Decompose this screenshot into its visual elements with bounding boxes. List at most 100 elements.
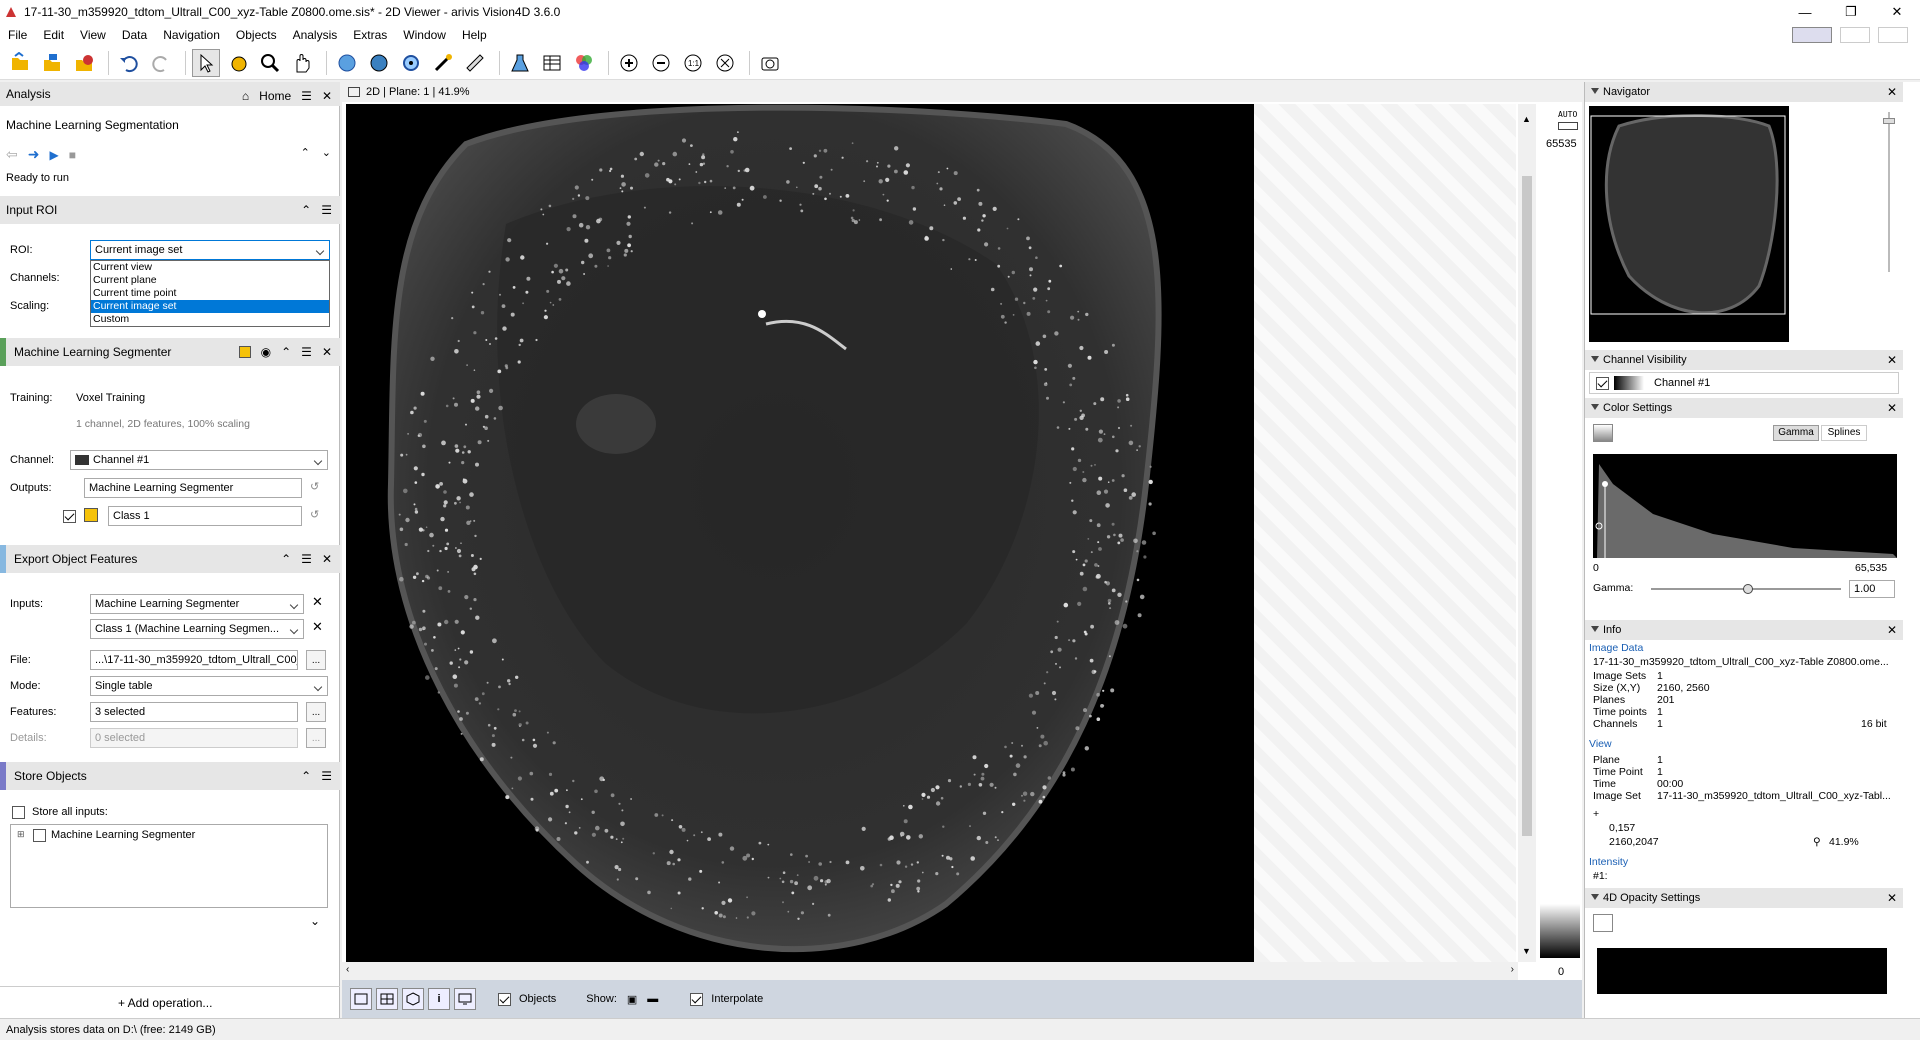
gamma-tab[interactable]: Gamma	[1773, 425, 1819, 441]
menu-data[interactable]: Data	[114, 28, 155, 42]
close-icon[interactable]: ✕	[322, 552, 332, 566]
close-icon[interactable]: ✕	[1887, 401, 1897, 415]
home-icon[interactable]: ⌂	[242, 89, 249, 103]
zoom-icon[interactable]	[256, 49, 284, 77]
input-roi-header[interactable]: Input ROI ⌃ ☰	[0, 196, 340, 224]
open-icon[interactable]	[6, 49, 34, 77]
channel-row[interactable]: Channel #1	[1589, 372, 1899, 394]
pan-icon[interactable]	[288, 49, 316, 77]
opacity-header[interactable]: 4D Opacity Settings ✕	[1585, 888, 1903, 908]
view-3d-icon[interactable]	[402, 988, 424, 1010]
pointer-icon[interactable]	[192, 48, 220, 77]
step-arrow-icon[interactable]: ➜	[28, 146, 40, 163]
menu-icon[interactable]: ☰	[301, 552, 312, 566]
stop-icon[interactable]: ■	[69, 148, 76, 162]
show-objects-icon[interactable]: ▣	[627, 993, 637, 1006]
redo-icon[interactable]	[147, 49, 175, 77]
menu-edit[interactable]: Edit	[35, 28, 72, 42]
undo-icon[interactable]	[115, 49, 143, 77]
features-input[interactable]: 3 selected	[90, 702, 298, 722]
lut-preset-icon[interactable]	[1593, 424, 1613, 442]
roi-option-custom[interactable]: Custom	[91, 313, 329, 326]
layout-icon[interactable]	[1792, 27, 1832, 43]
zoom-in-icon[interactable]	[615, 49, 643, 77]
channel-visibility-header[interactable]: Channel Visibility ✕	[1585, 350, 1903, 370]
ruler-icon[interactable]	[461, 49, 489, 77]
interpolate-checkbox[interactable]	[690, 992, 704, 1006]
vertical-scrollbar[interactable]: ▲ ▼	[1518, 104, 1536, 962]
browse-file-button[interactable]: ...	[306, 650, 326, 670]
chevron-up-icon[interactable]: ⌃	[301, 146, 310, 159]
back-arrow-icon[interactable]: ⇦	[6, 146, 18, 163]
objects-checkbox[interactable]	[498, 992, 511, 1006]
ml-segmenter-header[interactable]: Machine Learning Segmenter ◉ ⌃ ☰ ✕	[0, 338, 340, 366]
menu-file[interactable]: File	[0, 28, 35, 42]
view-label[interactable]: View	[1589, 738, 1612, 750]
collapse-icon[interactable]: ⌃	[301, 203, 311, 217]
close-icon[interactable]: ✕	[1887, 891, 1897, 905]
store-objects-header[interactable]: Store Objects ⌃ ☰	[0, 762, 340, 790]
gamma-slider[interactable]	[1651, 584, 1841, 594]
menu-icon[interactable]: ☰	[301, 345, 312, 359]
color-swatch-icon[interactable]	[238, 346, 251, 358]
close-icon[interactable]: ✕	[1887, 85, 1897, 99]
class-input[interactable]: Class 1	[108, 506, 302, 526]
collapse-icon[interactable]: ⌃	[281, 552, 291, 566]
expand-icon[interactable]: ⊞	[17, 829, 25, 840]
color-wheel-icon[interactable]	[570, 49, 598, 77]
menu-objects[interactable]: Objects	[228, 28, 285, 42]
table-icon[interactable]	[538, 49, 566, 77]
outputs-input[interactable]: Machine Learning Segmenter	[84, 478, 302, 498]
input2-select[interactable]: Class 1 (Machine Learning Segmen...	[90, 619, 304, 639]
target-icon[interactable]	[397, 49, 425, 77]
image-data-label[interactable]: Image Data	[1589, 642, 1643, 654]
navigator-thumbnail[interactable]	[1589, 106, 1789, 342]
sphere-icon[interactable]	[365, 49, 393, 77]
browse-features-button[interactable]: ...	[306, 702, 326, 722]
scroll-thumb[interactable]	[1522, 176, 1532, 836]
layout2-icon[interactable]	[1840, 27, 1870, 43]
opacity-preset-icon[interactable]	[1593, 914, 1613, 932]
flask-icon[interactable]	[506, 49, 534, 77]
collapse-icon[interactable]: ⌃	[281, 345, 291, 359]
class-checkbox[interactable]	[63, 510, 76, 523]
magic-wand-icon[interactable]	[429, 49, 457, 77]
eye-icon[interactable]: ◉	[261, 345, 271, 359]
show-lines-icon[interactable]: ▬	[647, 993, 658, 1005]
reset-icon[interactable]: ↺	[310, 508, 319, 521]
class-color-icon[interactable]	[84, 508, 98, 522]
close-icon[interactable]: ✕	[322, 345, 332, 359]
color-settings-header[interactable]: Color Settings ✕	[1585, 398, 1903, 418]
export-features-header[interactable]: Export Object Features ⌃ ☰ ✕	[0, 545, 340, 573]
channel-visible-checkbox[interactable]	[1596, 377, 1609, 390]
opacity-histogram[interactable]	[1597, 948, 1887, 994]
roi-option-current-plane[interactable]: Current plane	[91, 274, 329, 287]
rotate-icon[interactable]	[333, 49, 361, 77]
remove-input-icon[interactable]: ✕	[312, 594, 323, 610]
close-icon[interactable]: ✕	[1887, 623, 1897, 637]
menu-view[interactable]: View	[72, 28, 114, 42]
play-icon[interactable]: ▶	[49, 148, 58, 162]
view-grid-icon[interactable]	[376, 988, 398, 1010]
layout3-icon[interactable]	[1878, 27, 1908, 43]
channel-select[interactable]: Channel #1	[70, 450, 328, 470]
view-2d-icon[interactable]	[350, 988, 372, 1010]
scroll-left-icon[interactable]: ‹	[346, 964, 349, 975]
menu-window[interactable]: Window	[395, 28, 454, 42]
menu-extras[interactable]: Extras	[345, 28, 395, 42]
maximize-button[interactable]: ❐	[1828, 0, 1874, 24]
monitor-icon[interactable]	[454, 988, 476, 1010]
zoom-actual-icon[interactable]: 1:1	[679, 49, 707, 77]
auto-label[interactable]: AUTO	[1558, 110, 1577, 119]
add-operation-button[interactable]: + Add operation...	[118, 996, 212, 1010]
scroll-up-icon[interactable]: ▲	[1522, 114, 1531, 124]
image-canvas[interactable]	[346, 104, 1254, 962]
file-input[interactable]: ...\17-11-30_m359920_tdtom_Ultrall_C00_	[90, 650, 298, 670]
scroll-down-icon[interactable]: ▼	[1522, 946, 1531, 956]
fit-icon[interactable]	[711, 49, 739, 77]
save-icon[interactable]	[38, 49, 66, 77]
close-window-button[interactable]: ✕	[1874, 0, 1920, 24]
roi-option-current-image-set[interactable]: Current image set	[91, 300, 329, 313]
info-icon[interactable]: i	[428, 988, 450, 1010]
navigator-zoom-slider[interactable]	[1883, 112, 1895, 272]
